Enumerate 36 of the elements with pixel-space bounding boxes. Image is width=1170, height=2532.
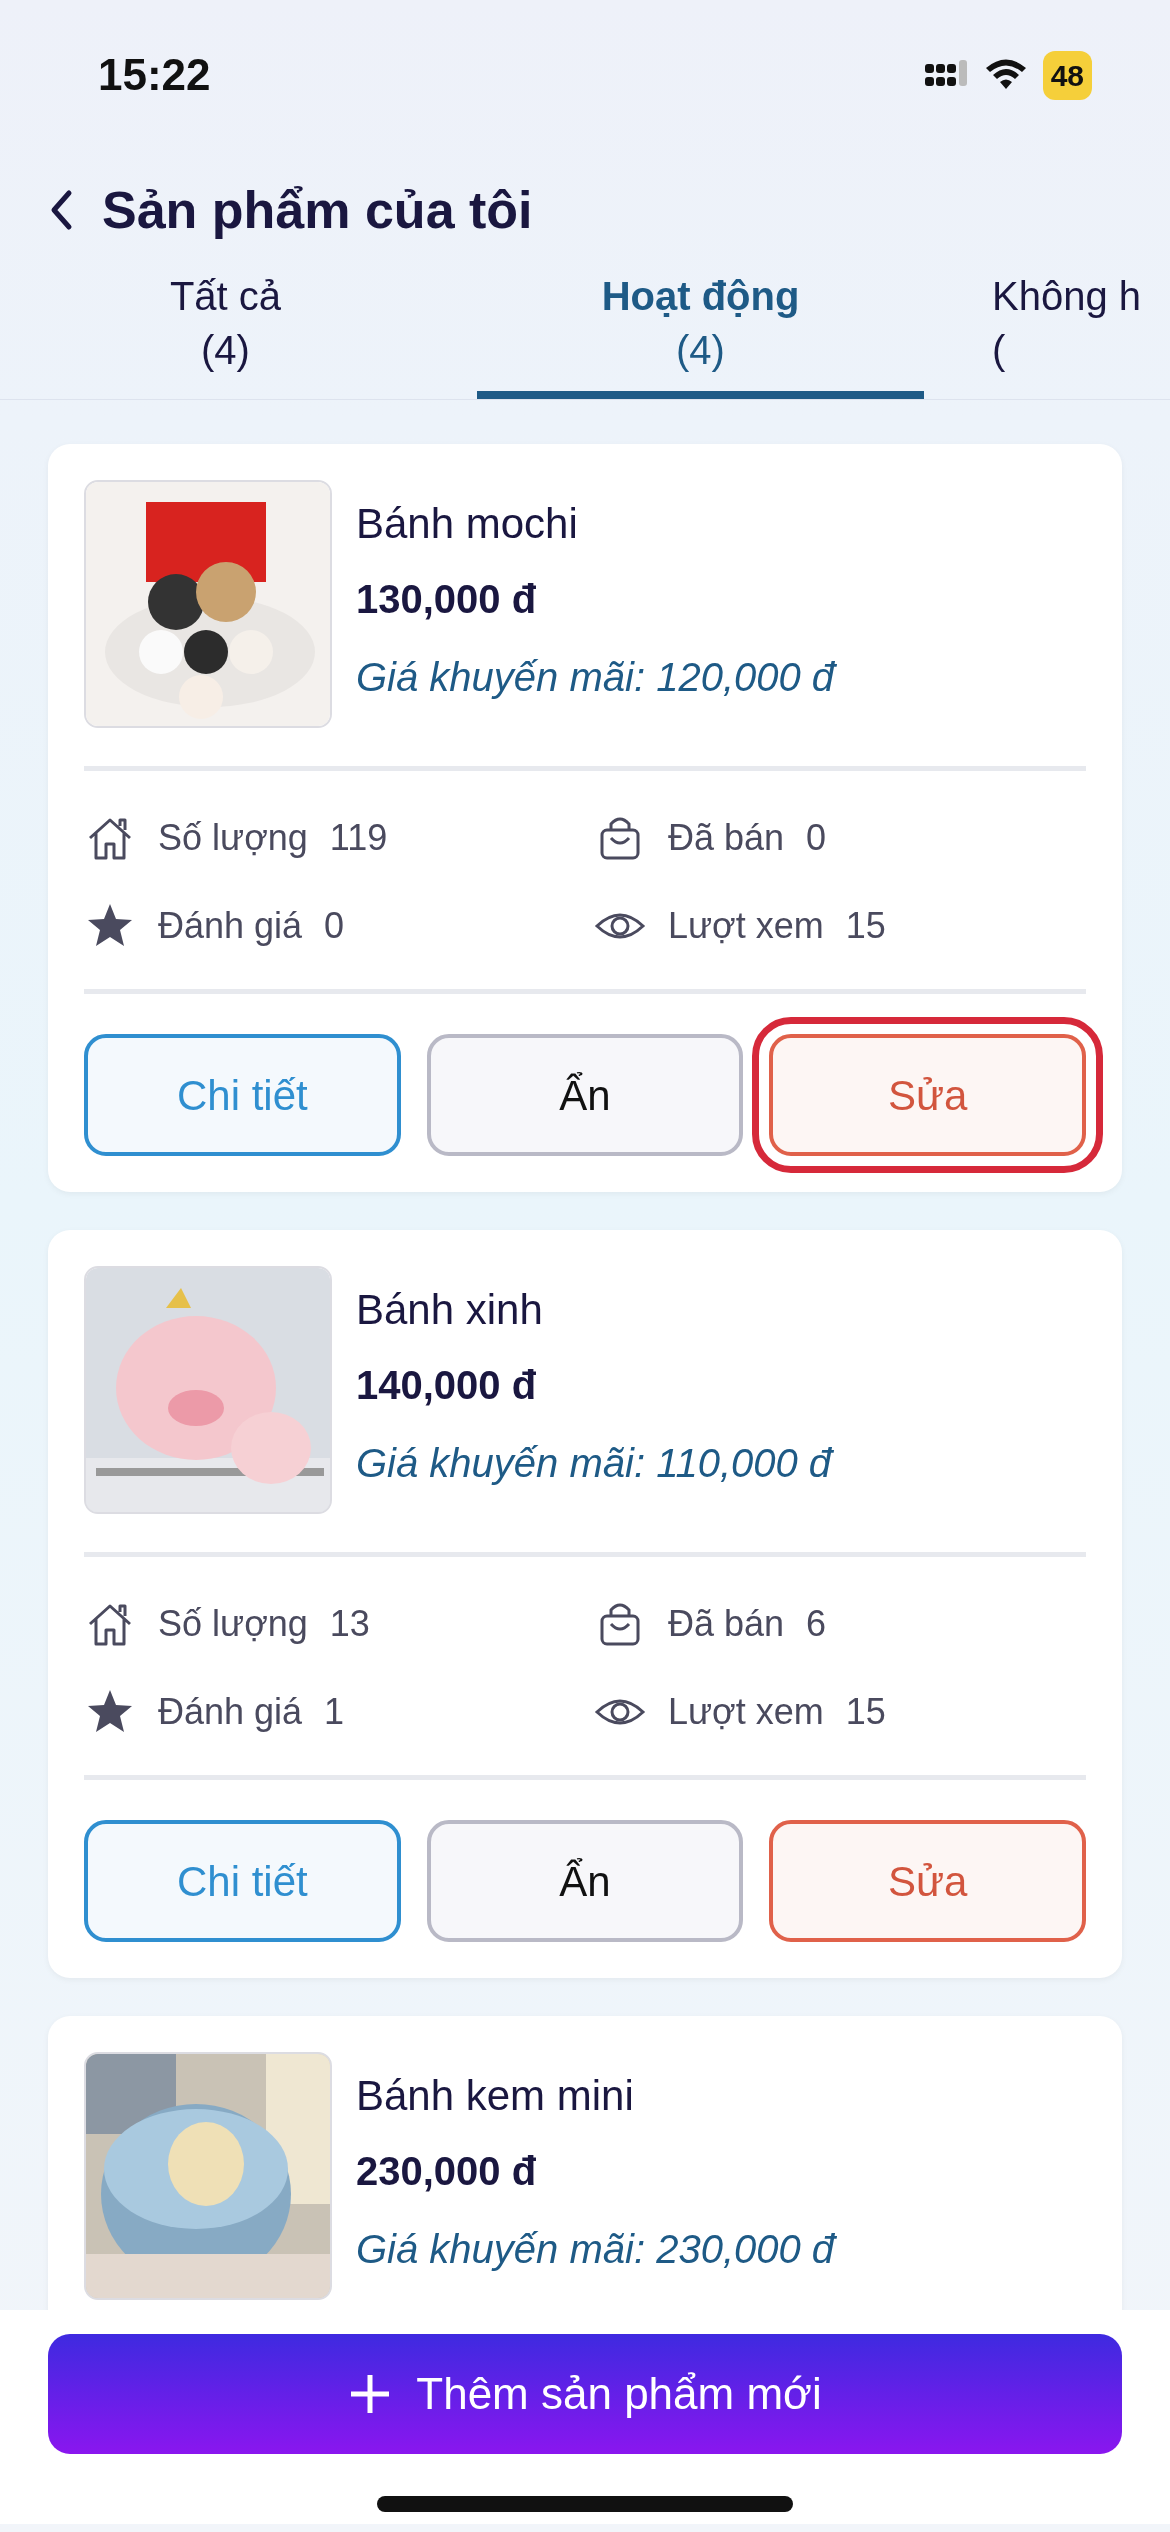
wifi-icon bbox=[984, 59, 1027, 91]
stat-value: 13 bbox=[329, 1602, 370, 1646]
stat-label: Số lượng bbox=[158, 816, 308, 860]
hide-button[interactable]: Ẩn bbox=[426, 1034, 744, 1156]
battery-indicator: 48 bbox=[1042, 50, 1092, 100]
product-name: Bánh mochi bbox=[356, 499, 579, 549]
hide-button[interactable]: Ẩn bbox=[426, 1820, 744, 1942]
product-name: Bánh kem mini bbox=[356, 2071, 635, 2121]
stat-value: 6 bbox=[806, 1602, 827, 1646]
product-name: Bánh xinh bbox=[356, 1285, 544, 1335]
stat-label: Đánh giá bbox=[158, 904, 303, 948]
tab[interactable]: Hoạt động (4) bbox=[477, 270, 924, 399]
stat-label: Số lượng bbox=[158, 1602, 308, 1646]
promo-price: Giá khuyến mãi: 120,000 đ bbox=[356, 654, 835, 701]
edit-button[interactable]: Sửa bbox=[769, 1820, 1086, 1942]
tab[interactable]: Không h ( bbox=[952, 270, 1170, 399]
page-title: Sản phẩm của tôi bbox=[102, 180, 533, 241]
status-time: 15:22 bbox=[98, 49, 211, 101]
promo-price: Giá khuyến mãi: 110,000 đ bbox=[356, 1440, 832, 1487]
stat-value: 119 bbox=[329, 816, 388, 860]
promo-price: Giá khuyến mãi: 230,000 đ bbox=[356, 2226, 835, 2273]
stat-label: Đánh giá bbox=[158, 1690, 303, 1734]
stat-label: Lượt xem bbox=[668, 904, 824, 948]
product-price: 130,000 đ bbox=[356, 576, 538, 623]
stat-value: 0 bbox=[324, 904, 345, 948]
stat-label: Đã bán bbox=[668, 1602, 785, 1646]
stat-label: Lượt xem bbox=[668, 1690, 824, 1734]
stat-label: Đã bán bbox=[668, 816, 785, 860]
stat-value: 15 bbox=[845, 1690, 886, 1734]
product-price: 140,000 đ bbox=[356, 1362, 538, 1409]
stat-value: 0 bbox=[806, 816, 827, 860]
stat-value: 1 bbox=[324, 1690, 345, 1734]
product-price: 230,000 đ bbox=[356, 2148, 538, 2195]
tab[interactable]: Tất cả (4) bbox=[2, 270, 449, 399]
stat-value: 15 bbox=[845, 904, 886, 948]
add-product-button[interactable]: Thêm sản phẩm mới bbox=[48, 2334, 1122, 2454]
